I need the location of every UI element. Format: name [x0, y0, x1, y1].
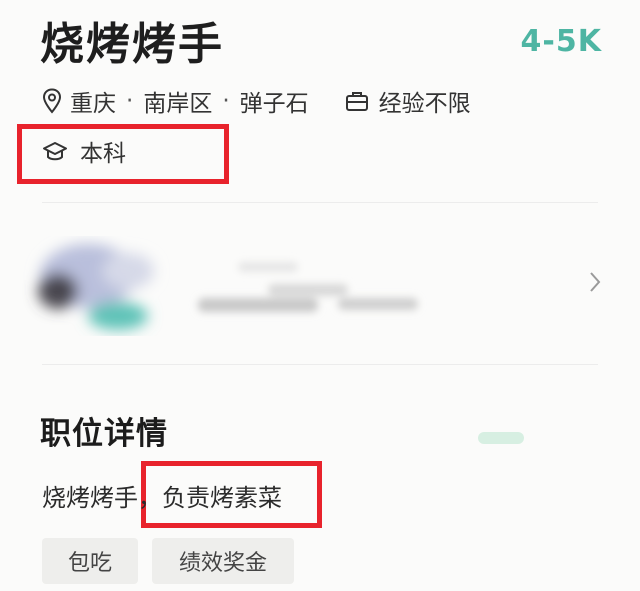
location-area: 弹子石	[239, 91, 309, 117]
divider	[42, 202, 598, 203]
briefcase-icon	[345, 90, 369, 112]
location-separator: ·	[222, 88, 230, 114]
location-district: 南岸区	[143, 91, 213, 117]
description-text: 烧烤烤手，	[42, 484, 162, 512]
salary: 4-5K	[520, 24, 602, 59]
education-row: 本科	[42, 134, 126, 168]
chevron-right-icon[interactable]	[588, 270, 602, 298]
location-city: 重庆	[70, 91, 116, 117]
benefit-tag-label: 包吃	[67, 551, 112, 576]
blurred-recruiter-image	[38, 244, 418, 330]
experience-requirement: 经验不限	[378, 91, 471, 117]
benefit-tag: 包吃	[42, 538, 138, 584]
graduation-cap-icon	[42, 140, 68, 162]
location-separator: ·	[126, 88, 134, 114]
description-highlight-text: 负责烤素菜	[162, 484, 282, 512]
education-requirement: 本科	[80, 141, 126, 167]
job-title: 烧烤烤手	[40, 19, 224, 70]
faint-green-mark	[478, 432, 524, 444]
benefit-tag: 绩效奖金	[152, 538, 294, 584]
divider	[42, 364, 598, 365]
benefit-tag-label: 绩效奖金	[178, 551, 267, 576]
blurred-recruiter-card[interactable]	[18, 236, 438, 336]
section-title: 职位详情	[40, 416, 168, 452]
job-description: 烧烤烤手，负责烤素菜	[42, 478, 282, 513]
location-pin-icon	[42, 88, 62, 114]
job-meta-row: 重庆 · 南岸区 · 弹子石 经验不限	[42, 84, 471, 118]
